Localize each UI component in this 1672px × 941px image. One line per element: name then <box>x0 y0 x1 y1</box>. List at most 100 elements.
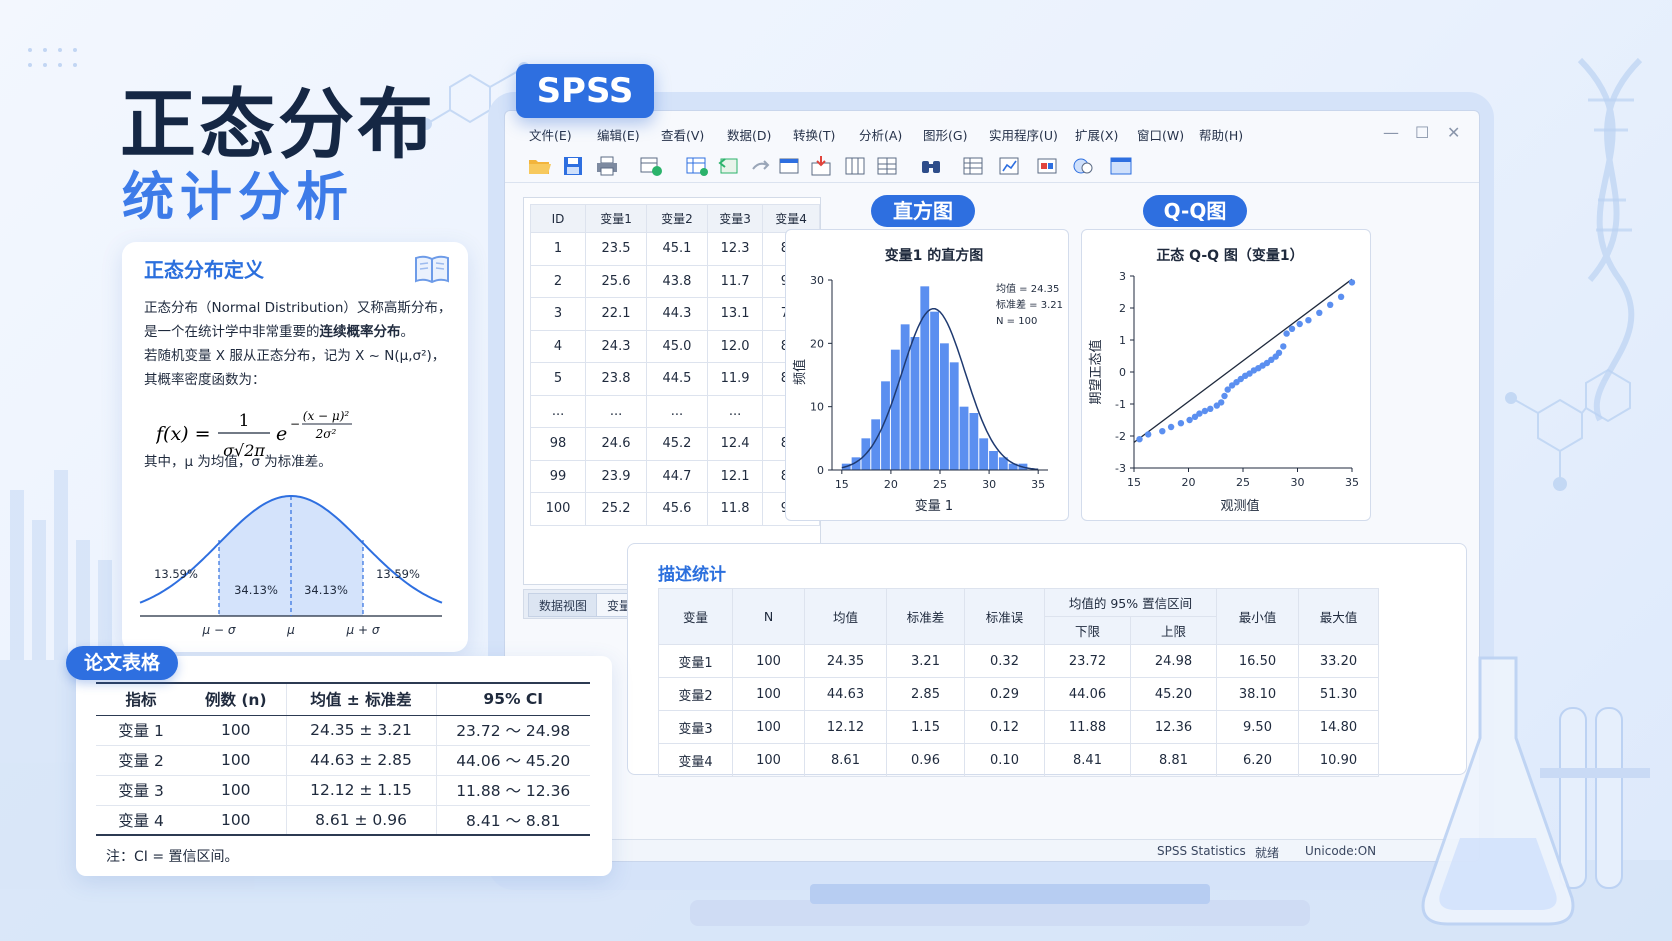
table-icon[interactable] <box>961 155 985 177</box>
find-icon[interactable] <box>919 155 943 177</box>
table-row[interactable]: 225.643.811.79.1 <box>529 264 820 298</box>
paper-table-card: 指标 例数 (n) 均值 ± 标准差 95% CI 变量 1 100 24.35 ±… <box>76 656 612 876</box>
column-header[interactable]: ID <box>529 204 587 233</box>
menu-data[interactable]: 数据(D) <box>727 125 771 144</box>
grid-cell[interactable]: 2 <box>529 264 587 298</box>
grid-cell[interactable]: 44.5 <box>646 362 708 396</box>
desc-cell: 12.36 <box>1130 710 1217 744</box>
definition-card: 正态分布定义 正态分布（Normal Distribution）又称高斯分布， … <box>122 242 468 652</box>
menu-transform[interactable]: 转换(T) <box>793 125 835 144</box>
grid-cell[interactable]: 12.4 <box>706 427 764 461</box>
menu-graphs[interactable]: 图形(G) <box>923 125 967 144</box>
output-icon[interactable] <box>1109 155 1133 177</box>
grid-cell[interactable]: ... <box>706 394 764 428</box>
grid-cell[interactable]: 24.3 <box>585 329 647 363</box>
grid-cell[interactable]: 12.1 <box>706 459 764 493</box>
desc-cell: 24.35 <box>804 644 887 678</box>
qq-point <box>1196 410 1203 417</box>
grid-cell[interactable]: ... <box>529 394 587 428</box>
desc-cell: 10.90 <box>1298 743 1379 777</box>
grid-cell[interactable]: 4 <box>529 329 587 363</box>
grid-cell[interactable]: 45.2 <box>646 427 708 461</box>
grid-cell[interactable]: 100 <box>529 492 587 526</box>
grid-cell[interactable]: ... <box>585 394 647 428</box>
menu-view[interactable]: 查看(V) <box>661 125 704 144</box>
split-file-icon[interactable] <box>875 155 899 177</box>
grid-cell[interactable]: 45.0 <box>646 329 708 363</box>
qq-point <box>1159 428 1166 435</box>
desc-cell: 1.15 <box>886 710 965 744</box>
grid-cell[interactable]: 1 <box>529 232 587 266</box>
menu-window[interactable]: 窗口(W) <box>1137 125 1184 144</box>
minimize-icon[interactable]: — <box>1383 123 1399 142</box>
grid-cell[interactable]: 25.6 <box>585 264 647 298</box>
redo-icon[interactable] <box>749 155 773 177</box>
variables-icon[interactable] <box>843 155 867 177</box>
table-row[interactable]: 9824.645.212.48.9 <box>529 427 820 461</box>
grid-cell[interactable]: 45.6 <box>646 492 708 526</box>
descriptives-card: 描述统计 变量 N 均值 标准差 标准误 均值的 95% 置信区间 最小值 最大… <box>627 543 1467 777</box>
menu-extensions[interactable]: 扩展(X) <box>1075 125 1118 144</box>
value-labels-icon[interactable] <box>1035 155 1059 177</box>
grid-cell[interactable]: 11.8 <box>706 492 764 526</box>
close-icon[interactable]: ✕ <box>1447 123 1460 142</box>
desc-cell: 0.10 <box>964 743 1045 777</box>
menu-file[interactable]: 文件(E) <box>529 125 572 144</box>
undo-icon[interactable] <box>717 155 741 177</box>
grid-cell[interactable]: 98 <box>529 427 587 461</box>
table-row: 变量 4 100 8.61 ± 0.96 8.41 ～ 8.81 <box>96 805 590 836</box>
svg-text:e: e <box>276 423 287 445</box>
table-row[interactable]: 523.844.511.98.6 <box>529 362 820 396</box>
menu-utilities[interactable]: 实用程序(U) <box>989 125 1058 144</box>
grid-cell[interactable]: 44.3 <box>646 297 708 331</box>
histogram-mean-stat: 均值 = 24.35 <box>996 282 1059 295</box>
grid-cell[interactable]: ... <box>646 394 708 428</box>
open-folder-icon[interactable] <box>527 155 551 177</box>
grid-cell[interactable]: 99 <box>529 459 587 493</box>
tab-data-view[interactable]: 数据视图 <box>528 593 599 617</box>
save-icon[interactable] <box>561 155 585 177</box>
desc-cell: 0.96 <box>886 743 965 777</box>
column-header[interactable]: 变量2 <box>646 204 708 233</box>
table-row[interactable]: 424.345.012.08.3 <box>529 329 820 363</box>
chart-builder-icon[interactable] <box>997 155 1021 177</box>
table-row[interactable]: 9923.944.712.18.2 <box>529 459 820 493</box>
column-header[interactable]: 变量3 <box>706 204 764 233</box>
histogram-bar <box>910 337 920 470</box>
continuous-distribution-term: 连续概率分布 <box>319 324 401 340</box>
data-editor-icon[interactable] <box>685 155 709 177</box>
grid-cell[interactable]: 5 <box>529 362 587 396</box>
column-header[interactable]: 变量1 <box>585 204 647 233</box>
grid-cell[interactable]: 44.7 <box>646 459 708 493</box>
grid-cell[interactable]: 12.0 <box>706 329 764 363</box>
table-row[interactable]: ............... <box>529 394 820 428</box>
grid-cell[interactable]: 13.1 <box>706 297 764 331</box>
table-row[interactable]: 10025.245.611.89.3 <box>529 492 820 526</box>
grid-cell[interactable]: 11.9 <box>706 362 764 396</box>
menu-analyze[interactable]: 分析(A) <box>859 125 902 144</box>
use-sets-icon[interactable] <box>1071 155 1095 177</box>
menu-help[interactable]: 帮助(H) <box>1199 125 1243 144</box>
grid-cell[interactable]: 45.1 <box>646 232 708 266</box>
print-icon[interactable] <box>595 155 619 177</box>
import-data-icon[interactable] <box>639 155 663 177</box>
grid-cell[interactable]: 3 <box>529 297 587 331</box>
grid-cell[interactable]: 43.8 <box>646 264 708 298</box>
goto-case-icon[interactable] <box>777 155 801 177</box>
data-grid: ID 变量1 变量2 变量3 变量4 123.545.112.38.7225.6… <box>529 204 820 526</box>
grid-cell[interactable]: 23.5 <box>585 232 647 266</box>
table-row[interactable]: 322.144.313.17.9 <box>529 297 820 331</box>
grid-cell[interactable]: 11.7 <box>706 264 764 298</box>
desc-cell: 0.12 <box>964 710 1045 744</box>
grid-cell[interactable]: 23.9 <box>585 459 647 493</box>
grid-cell[interactable]: 12.3 <box>706 232 764 266</box>
grid-cell[interactable]: 22.1 <box>585 297 647 331</box>
table-row[interactable]: 123.545.112.38.7 <box>529 232 820 266</box>
bell-right-mid-label: 34.13% <box>304 583 348 597</box>
menu-edit[interactable]: 编辑(E) <box>597 125 640 144</box>
grid-cell[interactable]: 24.6 <box>585 427 647 461</box>
maximize-icon[interactable]: ☐ <box>1415 123 1429 142</box>
insert-cases-icon[interactable] <box>809 155 833 177</box>
grid-cell[interactable]: 23.8 <box>585 362 647 396</box>
grid-cell[interactable]: 25.2 <box>585 492 647 526</box>
